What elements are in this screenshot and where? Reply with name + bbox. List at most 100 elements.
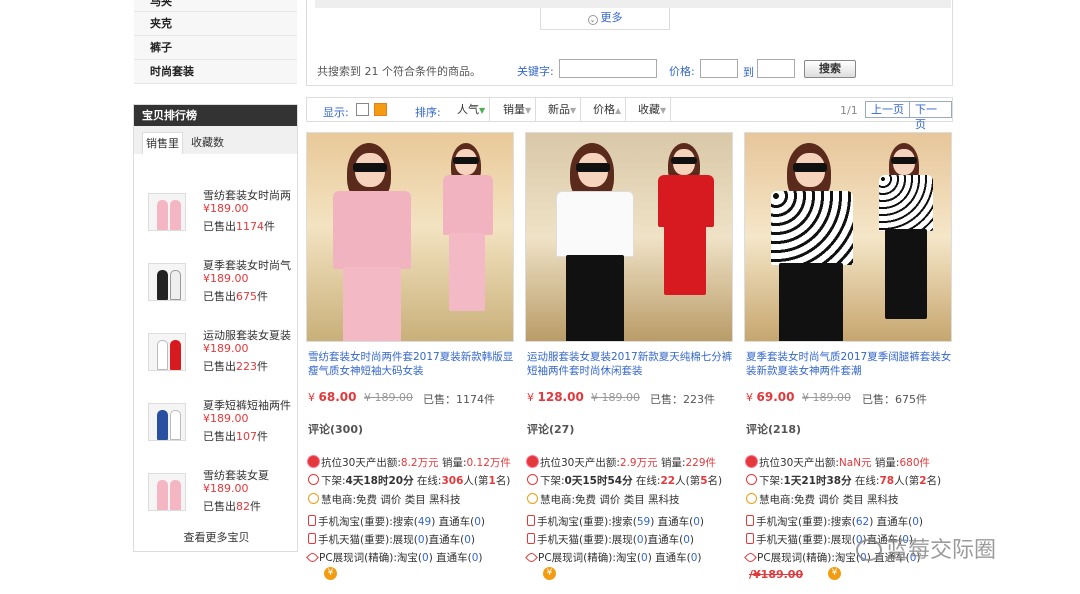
product-reviews[interactable]: 评论(218) xyxy=(746,421,801,437)
tab-favorites[interactable]: 收藏数 xyxy=(188,132,227,154)
phone-icon xyxy=(527,515,535,526)
more-button[interactable]: ⌄ 更多 xyxy=(540,8,670,30)
sort-popularity[interactable]: 人气▼ xyxy=(457,98,491,122)
keyword-label: 关键字: xyxy=(517,65,554,78)
eye-icon xyxy=(525,551,538,564)
product-reviews[interactable]: 评论(300) xyxy=(308,421,363,437)
grid-view-icon[interactable] xyxy=(374,103,387,116)
product-thumbnail[interactable] xyxy=(148,473,186,511)
list-item[interactable]: 雪纺套装女时尚两 ¥189.00 已售出1174件 xyxy=(146,187,296,247)
display-label: 显示: xyxy=(323,106,349,119)
tool-icon xyxy=(308,493,319,504)
sort-favorites[interactable]: 收藏▼ xyxy=(638,98,672,122)
product-image[interactable] xyxy=(744,132,952,342)
stat-line: PC展现词(精确):淘宝(0) 直通车(0) xyxy=(306,550,483,565)
arrow-up-icon: ▲ xyxy=(615,106,622,115)
tab-sales[interactable]: 销售里 xyxy=(142,132,183,154)
list-item[interactable]: 雪纺套装女夏 ¥189.00 已售出82件 xyxy=(146,467,296,527)
rank-item-sold: 已售出223件 xyxy=(203,360,268,373)
stat-line[interactable]: 慧电商:免费 调价 类目 黑科技 xyxy=(527,492,680,507)
product-price: ¥ 128.00 xyxy=(527,390,584,404)
list-item[interactable]: 运动服套装女夏装 ¥189.00 已售出223件 xyxy=(146,327,296,387)
rank-item-name[interactable]: 夏季短裤短袖两件 xyxy=(203,397,293,413)
coin-icon[interactable]: ¥ xyxy=(324,567,337,580)
strike-price: /¥189.00 xyxy=(749,568,804,581)
product-title[interactable]: 运动服套装女夏装2017新款夏天纯棉七分裤短袖两件套时尚休闲套装 xyxy=(527,350,733,378)
result-count: 共搜索到 21 个符合条件的商品。 xyxy=(317,65,481,78)
clock-icon xyxy=(527,474,538,485)
watermark: 蓝莓交际圈 xyxy=(856,532,996,564)
product-card: 夏季套装女时尚气质2017夏季阔腿裤套装女装新款夏装女神两件套潮 ¥ 69.00… xyxy=(744,132,954,592)
stat-line: 下架:0天15时54分 在线:22人(第5名) xyxy=(527,473,722,488)
next-page-button[interactable]: 下一页 xyxy=(909,101,952,131)
eye-icon xyxy=(306,551,319,564)
stat-line: 手机淘宝(重要):搜索(49) 直通车(0) xyxy=(308,514,485,529)
rank-item-sold: 已售出675件 xyxy=(203,290,268,303)
tool-icon xyxy=(527,493,538,504)
stat-line: 下架:4天18时20分 在线:306人(第1名) xyxy=(308,473,510,488)
stat-line: 手机淘宝(重要):搜索(62) 直通车(0) xyxy=(746,514,923,529)
keyword-input[interactable] xyxy=(559,59,657,78)
product-reviews[interactable]: 评论(27) xyxy=(527,421,574,437)
ranking-panel: 宝贝排行榜 销售里 收藏数 雪纺套装女时尚两 ¥189.00 已售出1174件 … xyxy=(133,104,298,552)
list-view-icon[interactable] xyxy=(356,103,369,116)
ranking-title: 宝贝排行榜 xyxy=(134,105,297,126)
product-thumbnail[interactable] xyxy=(148,403,186,441)
category-item[interactable]: 马夹 xyxy=(134,0,297,12)
category-item[interactable]: 夹克 xyxy=(134,12,297,36)
sort-label: 排序: xyxy=(415,106,441,119)
search-button[interactable]: 搜索 xyxy=(804,60,856,78)
page-indicator: 1/1 xyxy=(840,104,858,117)
rank-item-name[interactable]: 运动服套装女夏装 xyxy=(203,327,293,343)
product-sold: 已售：675件 xyxy=(862,393,927,406)
rank-item-price: ¥189.00 xyxy=(203,482,249,495)
rank-item-price: ¥189.00 xyxy=(203,342,249,355)
product-title[interactable]: 雪纺套装女时尚两件套2017夏装新款韩版显瘦气质女神短袖大码女装 xyxy=(308,350,514,378)
product-image[interactable] xyxy=(306,132,514,342)
arrow-down-icon: ▼ xyxy=(660,106,667,115)
price-max-input[interactable] xyxy=(757,59,795,78)
arrow-down-icon: ▼ xyxy=(525,106,532,115)
wechat-icon xyxy=(856,539,882,561)
stat-line[interactable]: 慧电商:免费 调价 类目 黑科技 xyxy=(308,492,461,507)
price-label: 价格: xyxy=(669,65,695,78)
product-sold: 已售：223件 xyxy=(650,393,715,406)
rank-item-sold: 已售出82件 xyxy=(203,500,261,513)
coin-icon[interactable]: ¥ xyxy=(828,567,841,580)
stat-line[interactable]: 慧电商:免费 调价 类目 黑科技 xyxy=(746,492,899,507)
ranking-tabs: 销售里 收藏数 xyxy=(134,126,297,154)
rank-item-name[interactable]: 雪纺套装女夏 xyxy=(203,467,293,483)
clock-icon xyxy=(746,474,757,485)
list-item[interactable]: 夏季套装女时尚气 ¥189.00 已售出675件 xyxy=(146,257,296,317)
product-image[interactable] xyxy=(525,132,733,342)
sort-new[interactable]: 新品▼ xyxy=(548,98,582,122)
coin-icon[interactable]: ¥ xyxy=(543,567,556,580)
product-thumbnail[interactable] xyxy=(148,193,186,231)
list-item[interactable]: 夏季短裤短袖两件 ¥189.00 已售出107件 xyxy=(146,397,296,457)
category-item[interactable]: 裤子 xyxy=(134,36,297,60)
stat-line: 下架:1天21时38分 在线:78人(第2名) xyxy=(746,473,941,488)
rank-item-sold: 已售出107件 xyxy=(203,430,268,443)
price-min-input[interactable] xyxy=(700,59,738,78)
eye-icon xyxy=(744,551,757,564)
more-label: 更多 xyxy=(600,11,623,24)
prev-page-button[interactable]: 上一页 xyxy=(865,101,910,118)
sort-price[interactable]: 价格▲ xyxy=(593,98,627,122)
product-sold: 已售：1174件 xyxy=(423,393,495,406)
product-thumbnail[interactable] xyxy=(148,263,186,301)
price-to-label: 到 xyxy=(743,66,754,79)
product-thumbnail[interactable] xyxy=(148,333,186,371)
view-more-link[interactable]: 查看更多宝贝 xyxy=(134,529,299,545)
rank-item-name[interactable]: 夏季套装女时尚气 xyxy=(203,257,293,273)
category-item[interactable]: 时尚套装 xyxy=(134,60,297,84)
rank-item-price: ¥189.00 xyxy=(203,412,249,425)
filter-strip xyxy=(315,0,951,8)
rank-item-sold: 已售出1174件 xyxy=(203,220,275,233)
tool-icon xyxy=(746,493,757,504)
burst-icon xyxy=(308,456,319,467)
rank-item-price: ¥189.00 xyxy=(203,202,249,215)
product-price: ¥ 69.00 xyxy=(746,390,795,404)
product-title[interactable]: 夏季套装女时尚气质2017夏季阔腿裤套装女装新款夏装女神两件套潮 xyxy=(746,350,952,378)
sort-sales[interactable]: 销量▼ xyxy=(503,98,537,122)
rank-item-name[interactable]: 雪纺套装女时尚两 xyxy=(203,187,293,203)
